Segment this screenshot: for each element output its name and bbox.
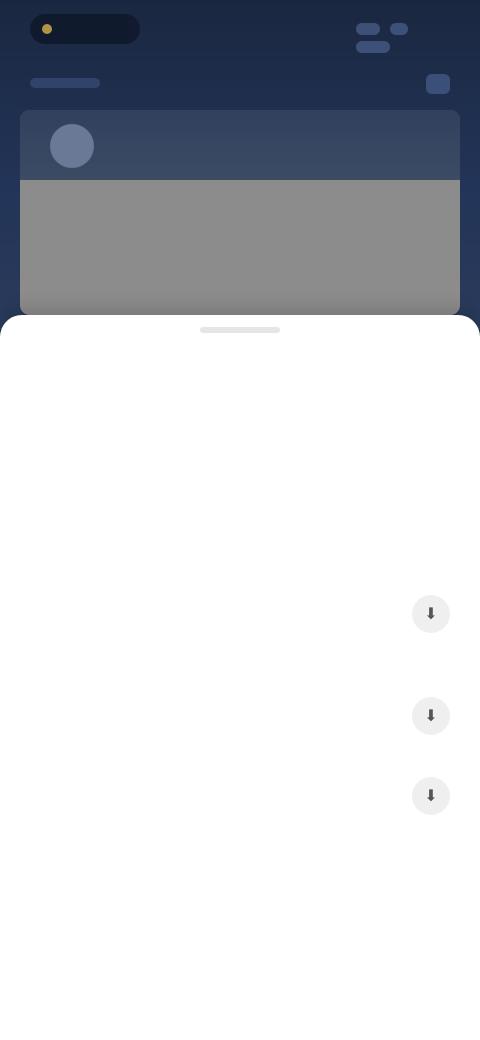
status-icons [350, 20, 450, 53]
preview-image [20, 180, 460, 315]
signal-icon [356, 22, 380, 35]
list-item[interactable]: ⬇ [30, 765, 450, 815]
download-icon[interactable]: ⬇ [412, 595, 450, 633]
drag-handle[interactable] [200, 327, 280, 333]
top-header [30, 70, 450, 98]
header-title-placeholder [30, 78, 100, 88]
download-icon[interactable]: ⬇ [412, 777, 450, 815]
menu-icon[interactable] [426, 74, 450, 94]
avatar [50, 124, 94, 168]
bottom-sheet: ⬇ ⬇ ⬇ [0, 315, 480, 1040]
recording-pill [30, 14, 140, 44]
battery-icon [356, 40, 390, 53]
meta-row-3 [30, 475, 450, 497]
list-item[interactable]: ⬇ [30, 577, 450, 633]
preview-header [20, 110, 460, 180]
meta-row-1 [30, 403, 450, 425]
meta-row-2 [30, 439, 450, 461]
status-bar [0, 0, 480, 60]
media-preview-card[interactable] [20, 110, 460, 315]
download-icon[interactable]: ⬇ [412, 697, 450, 735]
wifi-icon [390, 22, 409, 35]
list-item[interactable]: ⬇ [30, 687, 450, 735]
status-dot [42, 24, 52, 34]
